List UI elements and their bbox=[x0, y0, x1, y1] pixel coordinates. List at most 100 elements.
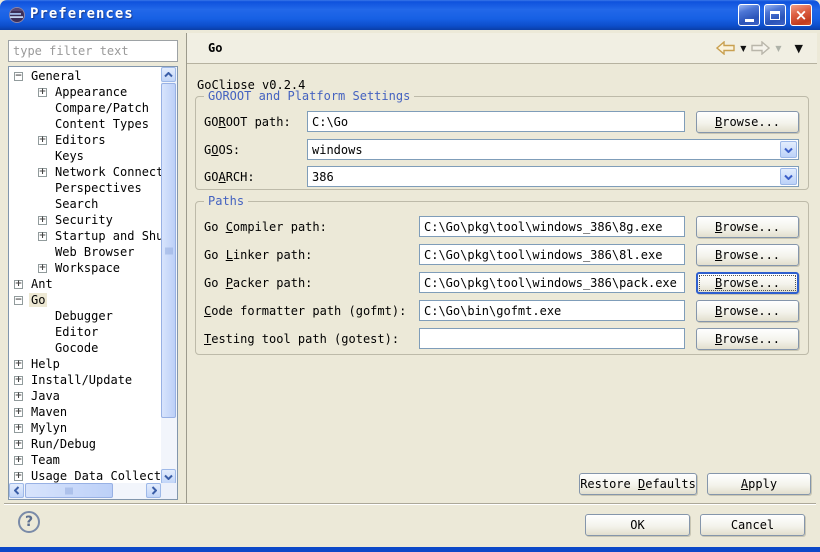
back-arrow-icon[interactable] bbox=[716, 41, 735, 55]
expand-icon[interactable]: + bbox=[38, 232, 47, 241]
tree-item-general[interactable]: −General bbox=[9, 68, 161, 84]
testing-browse-button[interactable]: Browse... bbox=[696, 328, 799, 350]
tree-item-label-selected: Go bbox=[29, 293, 47, 307]
dropdown-arrow-icon[interactable] bbox=[780, 141, 797, 158]
restore-defaults-button[interactable]: Restore Defaults bbox=[579, 473, 697, 495]
tree-item-java[interactable]: +Java bbox=[9, 388, 161, 404]
tree-item-label: Gocode bbox=[53, 341, 100, 355]
compiler-path-input[interactable] bbox=[419, 216, 685, 237]
title-bar[interactable]: Preferences × bbox=[0, 0, 820, 30]
expand-icon[interactable]: + bbox=[14, 360, 23, 369]
tree-item-workspace[interactable]: +Workspace bbox=[9, 260, 161, 276]
tree-item-startup-and-shutdown[interactable]: +Startup and Shu bbox=[9, 228, 161, 244]
expand-icon[interactable]: + bbox=[14, 456, 23, 465]
apply-button[interactable]: Apply bbox=[707, 473, 811, 495]
expand-icon[interactable]: + bbox=[14, 376, 23, 385]
forward-history-dropdown-icon[interactable]: ▼ bbox=[775, 44, 781, 53]
formatter-browse-button[interactable]: Browse... bbox=[696, 300, 799, 322]
expand-icon[interactable]: + bbox=[38, 264, 47, 273]
minimize-icon bbox=[745, 19, 754, 22]
tree-item-team[interactable]: +Team bbox=[9, 452, 161, 468]
packer-path-input[interactable] bbox=[419, 272, 685, 293]
collapse-icon[interactable]: − bbox=[14, 296, 23, 305]
compiler-browse-button[interactable]: Browse... bbox=[696, 216, 799, 238]
tree-item-keys[interactable]: Keys bbox=[9, 148, 161, 164]
scroll-left-icon[interactable] bbox=[9, 483, 24, 498]
close-button[interactable]: × bbox=[790, 4, 812, 26]
tree-item-editors[interactable]: +Editors bbox=[9, 132, 161, 148]
expand-icon[interactable]: + bbox=[14, 440, 23, 449]
group-title: Paths bbox=[204, 194, 248, 208]
back-history-dropdown-icon[interactable]: ▼ bbox=[740, 44, 746, 53]
tree-vertical-scrollbar[interactable] bbox=[161, 67, 177, 484]
goroot-path-input[interactable] bbox=[307, 111, 685, 132]
expand-icon[interactable]: + bbox=[14, 280, 23, 289]
minimize-button[interactable] bbox=[738, 4, 760, 26]
goroot-browse-button[interactable]: Browse... bbox=[696, 111, 799, 133]
group-title: GOROOT and Platform Settings bbox=[204, 89, 414, 103]
tree-viewport: −General +Appearance Compare/Patch Conte… bbox=[9, 68, 161, 484]
linker-browse-button[interactable]: Browse... bbox=[696, 244, 799, 266]
scroll-down-icon[interactable] bbox=[161, 469, 176, 484]
tree-item-maven[interactable]: +Maven bbox=[9, 404, 161, 420]
tree-item-help[interactable]: +Help bbox=[9, 356, 161, 372]
tree-item-search[interactable]: Search bbox=[9, 196, 161, 212]
packer-browse-button[interactable]: Browse... bbox=[696, 272, 799, 294]
forward-arrow-icon[interactable] bbox=[751, 41, 770, 55]
tree-item-compare-patch[interactable]: Compare/Patch bbox=[9, 100, 161, 116]
horizontal-scroll-thumb[interactable] bbox=[25, 483, 113, 498]
testing-tool-path-input[interactable] bbox=[419, 328, 685, 349]
scroll-right-icon[interactable] bbox=[146, 483, 161, 498]
goos-select[interactable]: windows bbox=[307, 139, 799, 160]
tree-item-editor[interactable]: Editor bbox=[9, 324, 161, 340]
tree-item-mylyn[interactable]: +Mylyn bbox=[9, 420, 161, 436]
tree-item-debugger[interactable]: Debugger bbox=[9, 308, 161, 324]
linker-path-input[interactable] bbox=[419, 244, 685, 265]
expand-icon[interactable]: + bbox=[14, 408, 23, 417]
tree-item-security[interactable]: + Security bbox=[9, 212, 161, 228]
tree-item-usage-data-collector[interactable]: +Usage Data Collect bbox=[9, 468, 161, 484]
linker-path-label: Go Linker path: bbox=[204, 248, 312, 262]
packer-path-label: Go Packer path: bbox=[204, 276, 312, 290]
help-icon[interactable]: ? bbox=[18, 511, 40, 533]
tree-item-run-debug[interactable]: + Run/Debug bbox=[9, 436, 161, 452]
collapse-icon[interactable]: − bbox=[14, 72, 23, 81]
cancel-button[interactable]: Cancel bbox=[700, 514, 805, 536]
tree-item-label: Security bbox=[53, 213, 115, 227]
expand-icon[interactable]: + bbox=[38, 136, 47, 145]
tree-item-web-browser[interactable]: Web Browser bbox=[9, 244, 161, 260]
view-menu-icon[interactable]: ▼ bbox=[795, 42, 803, 55]
tree-horizontal-scrollbar[interactable] bbox=[9, 483, 161, 499]
eclipse-app-icon bbox=[9, 7, 25, 23]
expand-icon[interactable]: + bbox=[14, 472, 23, 481]
ok-button[interactable]: OK bbox=[585, 514, 690, 536]
preferences-tree: −General +Appearance Compare/Patch Conte… bbox=[8, 66, 178, 500]
tree-item-perspectives[interactable]: Perspectives bbox=[9, 180, 161, 196]
expand-icon[interactable]: + bbox=[14, 392, 23, 401]
maximize-button[interactable] bbox=[764, 4, 786, 26]
scroll-up-icon[interactable] bbox=[161, 67, 176, 82]
tree-item-label: Run/Debug bbox=[29, 437, 98, 451]
filter-input[interactable] bbox=[8, 40, 178, 62]
expand-icon[interactable]: + bbox=[38, 168, 47, 177]
tree-item-install-update[interactable]: +Install/Update bbox=[9, 372, 161, 388]
thumb-grip bbox=[165, 247, 172, 254]
vertical-scroll-thumb[interactable] bbox=[161, 83, 176, 418]
expand-icon[interactable]: + bbox=[14, 424, 23, 433]
tree-item-go[interactable]: −Go bbox=[9, 292, 161, 308]
dropdown-arrow-icon[interactable] bbox=[780, 168, 797, 185]
formatter-path-input[interactable] bbox=[419, 300, 685, 321]
tree-item-ant[interactable]: +Ant bbox=[9, 276, 161, 292]
tree-item-network-connections[interactable]: +Network Connect bbox=[9, 164, 161, 180]
preference-page: Go ▼ ▼ ▼ GoClipse v0.2.4 GOROOT and Plat… bbox=[186, 33, 817, 503]
tree-item-gocode[interactable]: Gocode bbox=[9, 340, 161, 356]
expand-icon[interactable]: + bbox=[38, 216, 47, 225]
goarch-select[interactable]: 386 bbox=[307, 166, 799, 187]
tree-item-content-types[interactable]: Content Types bbox=[9, 116, 161, 132]
tree-item-appearance[interactable]: +Appearance bbox=[9, 84, 161, 100]
expand-icon[interactable]: + bbox=[38, 88, 47, 97]
tree-item-label: General bbox=[29, 69, 84, 83]
formatter-path-label: Code formatter path (gofmt): bbox=[204, 304, 406, 318]
goos-label: GOOS: bbox=[204, 143, 240, 157]
testing-tool-path-label: Testing tool path (gotest): bbox=[204, 332, 399, 346]
